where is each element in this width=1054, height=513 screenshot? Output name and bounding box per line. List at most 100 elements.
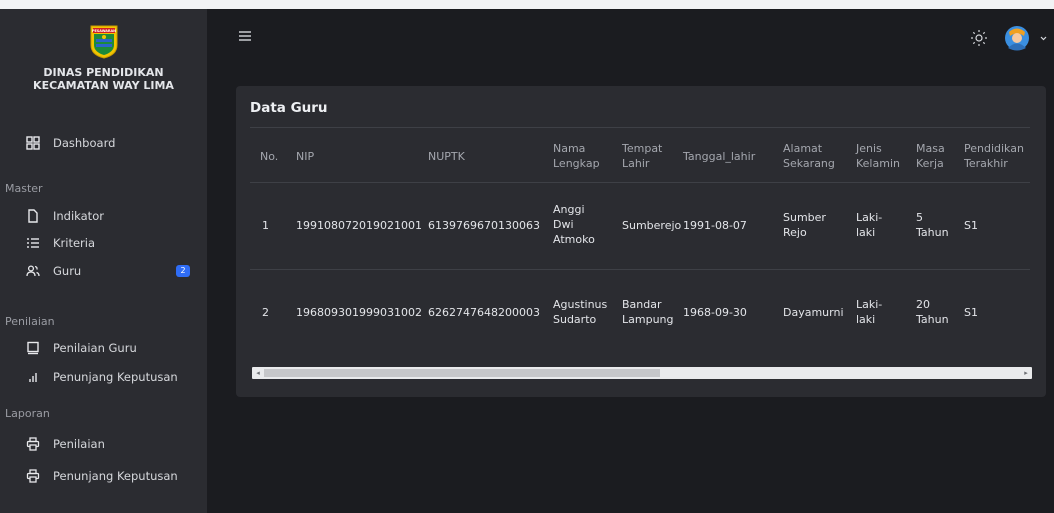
sidebar-item-label: Penunjang Keputusan: [53, 469, 178, 483]
sidebar-item-label: Indikator: [53, 209, 104, 223]
col-header-nip: NIP: [296, 150, 315, 163]
cell-jenis-kelamin: Laki- laki: [856, 297, 882, 327]
cell-line: Laki-: [856, 298, 883, 311]
sidebar-item-laporan-penilaian[interactable]: Penilaian: [0, 432, 207, 456]
col-header-pendidikan-terakhir: Pendidikan Terakhir: [964, 141, 1024, 171]
cell-line: Sumber: [783, 211, 826, 224]
cell-no: 1: [262, 219, 269, 232]
cell-no: 2: [262, 306, 269, 319]
col-header-jenis-kelamin: Jenis Kelamin: [856, 141, 900, 171]
scroll-left-arrow[interactable]: ◂: [254, 369, 262, 377]
cell-line: Agustinus: [553, 298, 608, 311]
divider: [250, 269, 1030, 270]
hamburger-icon[interactable]: [238, 29, 252, 43]
cell-tanggal-lahir: 1991-08-07: [683, 219, 747, 232]
col-header-no: No.: [260, 150, 279, 163]
cell-masa-kerja: 20 Tahun: [916, 297, 949, 327]
brand-title: DINAS PENDIDIKAN KECAMATAN WAY LIMA: [0, 66, 207, 92]
col-header-alamat-sekarang: Alamat Sekarang: [783, 141, 835, 171]
monitor-icon: [27, 341, 39, 355]
cell-nip: 196809301999031002: [296, 306, 422, 319]
sidebar-item-label: Dashboard: [53, 136, 116, 150]
sidebar: PESAWARAN DINAS PENDIDIKAN KECAMATAN WAY…: [0, 9, 207, 513]
sidebar-item-label: Guru: [53, 264, 82, 278]
cell-line: Rejo: [783, 226, 807, 239]
file-icon: [28, 209, 38, 223]
cell-tanggal-lahir: 1968-09-30: [683, 306, 747, 319]
browser-top-strip: [0, 0, 1054, 9]
cell-line: 20: [916, 298, 930, 311]
header-line: Kelamin: [856, 157, 900, 170]
cell-line: Anggi: [553, 203, 585, 216]
sidebar-item-penilaian-guru[interactable]: Penilaian Guru: [0, 336, 207, 360]
cell-line: Lampung: [622, 313, 674, 326]
card-title: Data Guru: [250, 100, 328, 116]
sun-icon[interactable]: [970, 29, 988, 47]
header-line: Tempat: [622, 142, 663, 155]
data-guru-card: Data Guru No. NIP NUPTK Nama Lengkap Tem…: [236, 86, 1046, 397]
sidebar-item-laporan-penunjang-keputusan[interactable]: Penunjang Keputusan: [0, 464, 207, 488]
scroll-right-arrow[interactable]: ▸: [1022, 369, 1030, 377]
divider: [250, 182, 1030, 183]
sidebar-item-label: Penunjang Keputusan: [53, 370, 178, 384]
header-line: Alamat: [783, 142, 823, 155]
divider: [250, 127, 1030, 128]
header-line: Jenis: [856, 142, 882, 155]
guru-count-badge: 2: [176, 265, 190, 277]
cell-line: laki: [856, 226, 876, 239]
cell-alamat: Sumber Rejo: [783, 210, 826, 240]
cell-line: Tahun: [916, 226, 949, 239]
header-line: Masa: [916, 142, 945, 155]
cell-tempat-lahir: Sumberejo: [622, 219, 682, 232]
header-line: Lahir: [622, 157, 650, 170]
svg-text:PESAWARAN: PESAWARAN: [92, 29, 116, 33]
section-label-master: Master: [5, 182, 43, 195]
col-header-nuptk: NUPTK: [428, 150, 465, 163]
cell-line: Bandar: [622, 298, 662, 311]
printer-icon: [26, 437, 40, 451]
cell-line: Dwi: [553, 218, 574, 231]
cell-line: Tahun: [916, 313, 949, 326]
cell-jenis-kelamin: Laki- laki: [856, 210, 882, 240]
pesawaran-logo-icon: PESAWARAN: [90, 25, 118, 59]
header-line: Lengkap: [553, 157, 600, 170]
section-label-penilaian: Penilaian: [5, 315, 55, 328]
cell-line: Laki-: [856, 211, 883, 224]
list-icon: [27, 238, 39, 248]
sidebar-item-kriteria[interactable]: Kriteria: [0, 231, 207, 255]
cell-line: laki: [856, 313, 876, 326]
cell-nuptk: 6262747648200003: [428, 306, 540, 319]
cell-pendidikan: S1: [964, 219, 978, 232]
col-header-tempat-lahir: Tempat Lahir: [622, 141, 662, 171]
col-header-tanggal-lahir: Tanggal_lahir: [683, 150, 756, 163]
sidebar-item-guru[interactable]: Guru 2: [0, 259, 207, 283]
sidebar-item-dashboard[interactable]: Dashboard: [0, 131, 207, 155]
cell-tempat-lahir: Bandar Lampung: [622, 297, 674, 327]
brand-line-2: KECAMATAN WAY LIMA: [33, 79, 174, 92]
cell-line: Sudarto: [553, 313, 597, 326]
user-avatar-icon: [1005, 26, 1047, 51]
users-icon: [26, 265, 40, 277]
sidebar-brand: PESAWARAN DINAS PENDIDIKAN KECAMATAN WAY…: [0, 9, 207, 119]
scrollbar-thumb[interactable]: [264, 369, 660, 377]
cell-pendidikan: S1: [964, 306, 978, 319]
horizontal-scrollbar[interactable]: ◂ ▸: [252, 367, 1032, 379]
sidebar-item-penunjang-keputusan[interactable]: Penunjang Keputusan: [0, 365, 207, 389]
bar-chart-icon: [29, 373, 37, 382]
cell-nuptk: 6139769670130063: [428, 219, 540, 232]
header-line: Terakhir: [964, 157, 1008, 170]
printer-icon: [26, 469, 40, 483]
header-line: Pendidikan: [964, 142, 1024, 155]
cell-nama: Agustinus Sudarto: [553, 297, 607, 327]
cell-line: Atmoko: [553, 233, 595, 246]
grid-icon: [26, 136, 40, 150]
cell-nama: Anggi Dwi Atmoko: [553, 202, 595, 247]
sidebar-item-label: Penilaian Guru: [53, 341, 137, 355]
header-line: Kerja: [916, 157, 944, 170]
user-menu[interactable]: [1004, 25, 1048, 51]
brand-line-1: DINAS PENDIDIKAN: [43, 66, 164, 79]
sidebar-item-label: Penilaian: [53, 437, 105, 451]
sidebar-item-indikator[interactable]: Indikator: [0, 204, 207, 228]
header-line: Sekarang: [783, 157, 835, 170]
header-line: Nama: [553, 142, 586, 155]
